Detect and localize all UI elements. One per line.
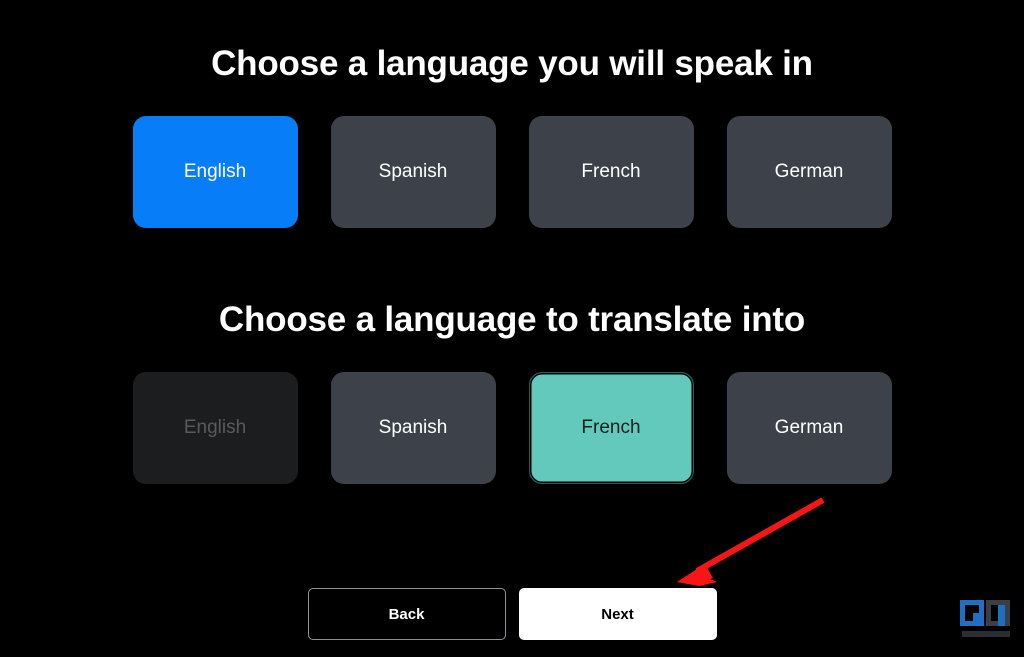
annotation-arrow-icon xyxy=(677,497,825,586)
target-language-english: English xyxy=(132,372,298,484)
language-selection-screen: Choose a language you will speak in Engl… xyxy=(0,0,1024,657)
target-language-german[interactable]: German xyxy=(726,372,892,484)
target-language-french[interactable]: French xyxy=(528,372,694,484)
source-language-german[interactable]: German xyxy=(726,116,892,228)
next-button[interactable]: Next xyxy=(518,588,717,640)
source-language-spanish[interactable]: Spanish xyxy=(330,116,496,228)
back-button[interactable]: Back xyxy=(307,588,506,640)
source-language-heading: Choose a language you will speak in xyxy=(211,44,813,83)
source-language-english[interactable]: English xyxy=(132,116,298,228)
target-language-options: English Spanish French German xyxy=(0,372,1024,484)
target-language-spanish[interactable]: Spanish xyxy=(330,372,496,484)
navigation-bar: Back Next xyxy=(0,588,1024,640)
source-language-french[interactable]: French xyxy=(528,116,694,228)
source-language-options: English Spanish French German xyxy=(0,116,1024,228)
target-language-heading: Choose a language to translate into xyxy=(218,300,806,339)
